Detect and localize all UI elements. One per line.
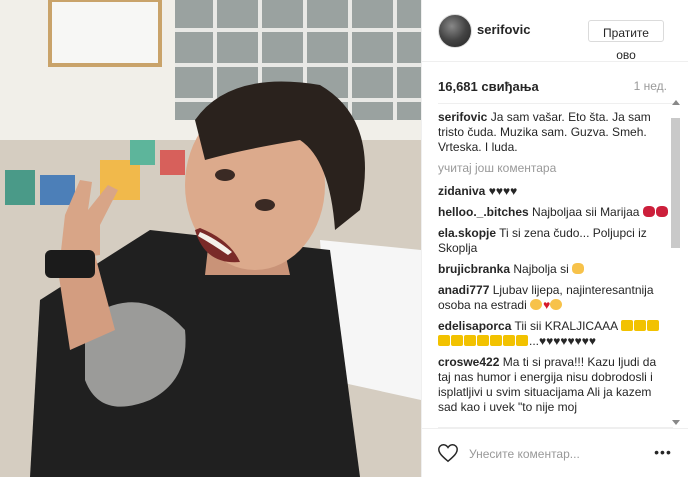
comment-text: Najbolja si	[513, 262, 569, 276]
crown-emoji-icon	[646, 320, 659, 331]
kiss-emoji-icon	[642, 206, 655, 217]
crown-emoji-icon	[438, 335, 450, 346]
post-time[interactable]: 1 нед.	[634, 79, 667, 93]
crown-emoji-icon	[633, 320, 646, 331]
comment-text: Najboljaa sii Marijaa	[532, 205, 640, 219]
heart-emoji-icon: ♥	[543, 298, 551, 312]
crown-emoji-icon	[490, 335, 502, 346]
comment-username[interactable]: croswe422	[438, 355, 499, 369]
crown-emoji-icon	[516, 335, 528, 346]
comment-username[interactable]: brujicbranka	[438, 262, 510, 276]
crown-emoji-icon	[477, 335, 489, 346]
thumbs-up-emoji-icon	[572, 263, 585, 274]
avatar[interactable]	[438, 14, 472, 48]
post-stats: 16,681 свиђања 1 нед.	[438, 79, 673, 97]
comment-item: brujicbranka Najbolja si	[438, 262, 672, 277]
comment-username[interactable]: helloo._.bitches	[438, 205, 529, 219]
selfie-image	[0, 0, 421, 477]
comment-username[interactable]: zidaniva	[438, 184, 485, 198]
comment-username[interactable]: ela.skopje	[438, 226, 496, 240]
comments-scrollbar[interactable]	[670, 100, 682, 425]
post-header: serifovic Пратите ово	[422, 0, 688, 62]
comments-list: serifovic Ja sam vašar. Eto šta. Ja sam …	[438, 110, 672, 424]
heart-eyes-emoji-icon	[530, 299, 543, 310]
follow-button[interactable]: Пратите ово	[588, 20, 664, 62]
divider	[438, 103, 673, 104]
post-author-username[interactable]: serifovic	[477, 22, 530, 37]
post-side-panel: serifovic Пратите ово 16,681 свиђања 1 н…	[421, 0, 688, 477]
kiss-face-emoji-icon	[550, 299, 563, 310]
more-options-icon[interactable]: •••	[651, 442, 675, 462]
scrollbar-thumb[interactable]	[671, 118, 680, 248]
scroll-up-arrow-icon[interactable]	[672, 100, 680, 105]
crown-emoji-icon	[620, 320, 633, 331]
comment-item: croswe422 Ma ti si prava!!! Kazu ljudi d…	[438, 355, 672, 415]
comment-item: anadi777 Ljubav lijepa, najinteresantnij…	[438, 283, 672, 313]
crown-emoji-icon	[464, 335, 476, 346]
comment-item: ela.skopje Ti si zena čudo... Poljupci i…	[438, 226, 672, 256]
comment-item: helloo._.bitches Najboljaa sii Marijaa	[438, 205, 672, 220]
comment-input[interactable]	[467, 444, 651, 464]
comment-item: edelisaporca Tii sii KRALJICAAA ...♥♥♥♥♥…	[438, 319, 672, 349]
post-photo[interactable]	[0, 0, 421, 477]
scroll-down-arrow-icon[interactable]	[672, 420, 680, 425]
crown-emoji-icon	[451, 335, 463, 346]
comment-text: ♥♥♥♥	[488, 184, 518, 198]
comment-item: zidaniva ♥♥♥♥	[438, 184, 672, 199]
comment-tail: ...♥♥♥♥♥♥♥♥	[529, 334, 597, 348]
load-more-comments-link[interactable]: учитај још коментара	[438, 161, 672, 176]
comment-text: Tii sii KRALJICAAA	[514, 319, 618, 333]
caption-username[interactable]: serifovic	[438, 110, 487, 124]
heart-like-icon[interactable]	[437, 442, 459, 464]
kiss-emoji-icon	[655, 206, 668, 217]
likes-count[interactable]: 16,681 свиђања	[438, 79, 539, 94]
caption: serifovic Ja sam vašar. Eto šta. Ja sam …	[438, 110, 672, 155]
crown-emoji-icon	[503, 335, 515, 346]
comment-bar: •••	[421, 428, 688, 477]
comment-username[interactable]: edelisaporca	[438, 319, 511, 333]
comment-username[interactable]: anadi777	[438, 283, 489, 297]
